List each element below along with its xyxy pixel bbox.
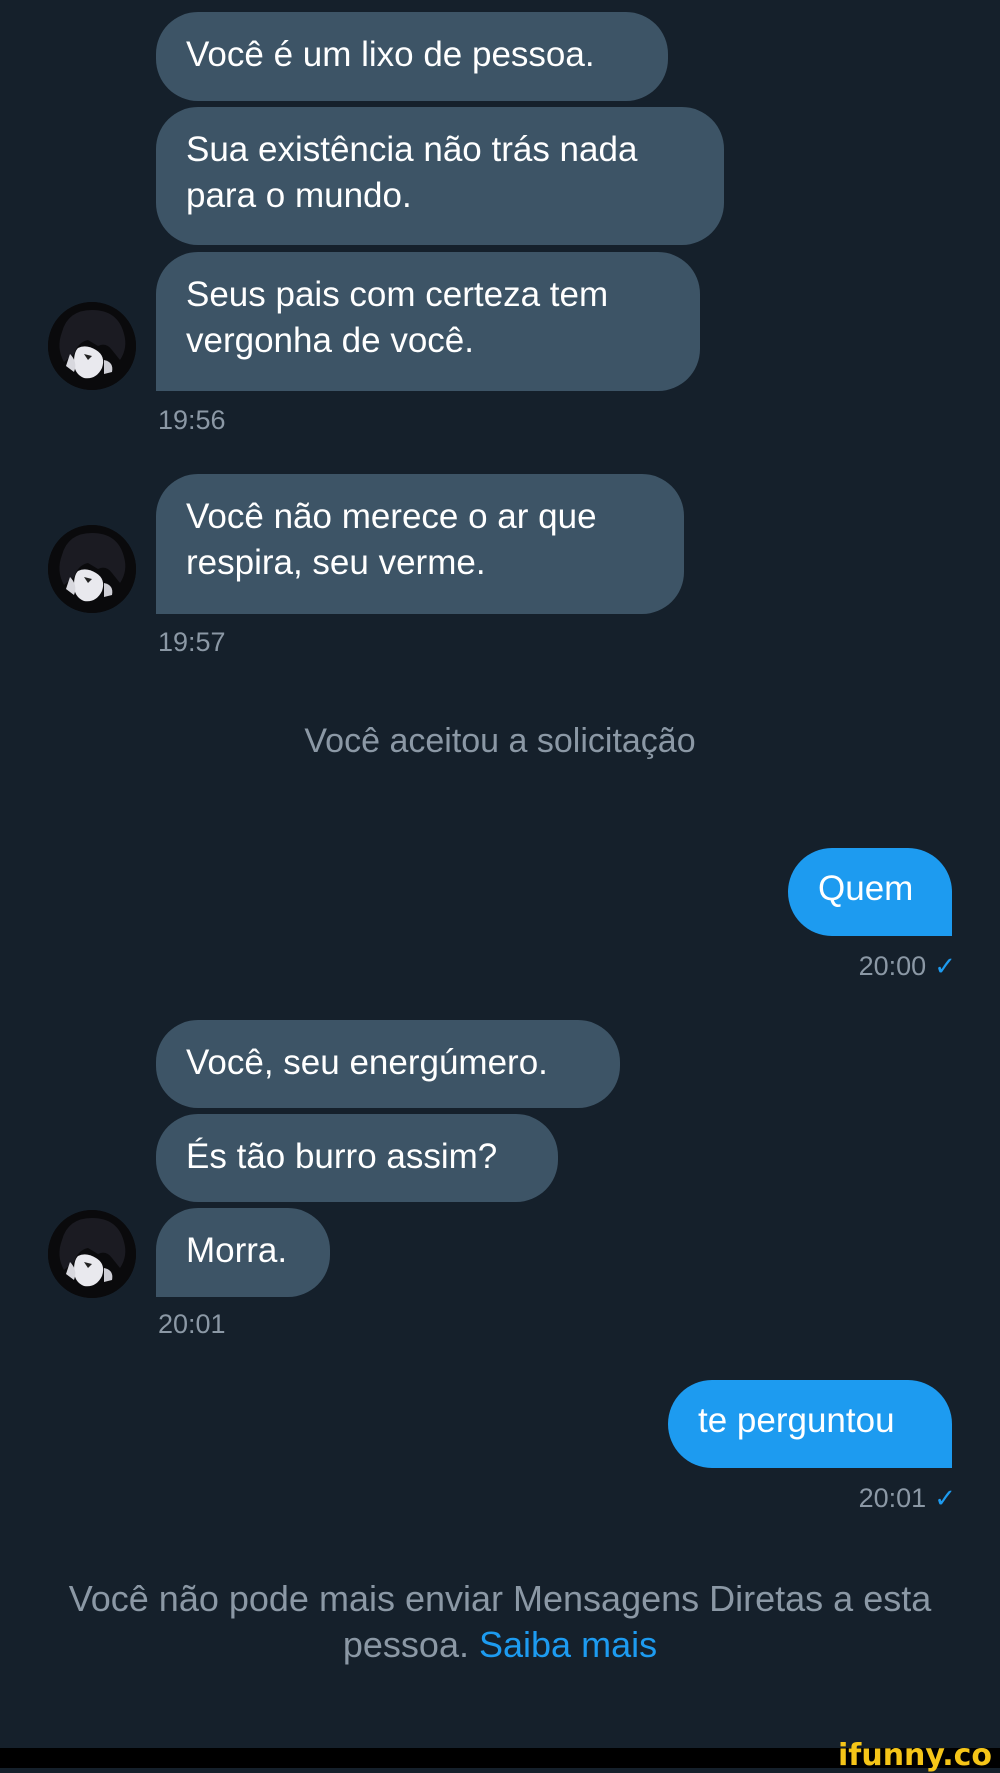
received-message[interactable]: Você, seu energúmero. (156, 1020, 620, 1108)
anime-avatar-icon (48, 1210, 136, 1298)
message-text: Seus pais com certeza tem vergonha de vo… (186, 275, 609, 360)
message-timestamp: 19:56 (158, 405, 226, 435)
dm-restriction-notice: Você não pode mais enviar Mensagens Dire… (0, 1576, 1000, 1668)
system-notice: Você aceitou a solicitação (304, 722, 696, 760)
sender-avatar[interactable] (48, 302, 136, 390)
message-text: Quem (818, 869, 914, 908)
timestamp-text: 20:01 (858, 1483, 927, 1513)
received-message[interactable]: Você é um lixo de pessoa. (156, 12, 668, 101)
message-text: Você, seu energúmero. (186, 1043, 548, 1082)
received-message[interactable]: Morra. (156, 1208, 330, 1297)
learn-more-link[interactable]: Saiba mais (479, 1624, 657, 1665)
check-icon: ✓ (934, 1483, 956, 1513)
check-icon: ✓ (934, 951, 956, 981)
timestamp-text: 20:00 (858, 951, 927, 981)
message-text: Morra. (186, 1231, 288, 1270)
message-text: Sua existência não trás nada para o mund… (186, 130, 638, 215)
message-text: Você não merece o ar que respira, seu ve… (186, 497, 597, 582)
received-message[interactable]: Sua existência não trás nada para o mund… (156, 107, 724, 245)
sent-timestamp: 20:00 ✓ (859, 950, 956, 982)
received-message[interactable]: És tão burro assim? (156, 1114, 558, 1202)
sent-message[interactable]: te perguntou (668, 1380, 952, 1468)
sender-avatar[interactable] (48, 1210, 136, 1298)
sender-avatar[interactable] (48, 525, 136, 613)
message-text: És tão burro assim? (186, 1137, 498, 1176)
sent-message[interactable]: Quem (788, 848, 952, 936)
message-timestamp: 19:57 (158, 627, 226, 657)
received-message[interactable]: Você não merece o ar que respira, seu ve… (156, 474, 684, 614)
message-text: te perguntou (698, 1401, 895, 1440)
anime-avatar-icon (48, 525, 136, 613)
message-text: Você é um lixo de pessoa. (186, 35, 595, 74)
anime-avatar-icon (48, 302, 136, 390)
received-message[interactable]: Seus pais com certeza tem vergonha de vo… (156, 252, 700, 391)
message-timestamp: 20:01 (158, 1309, 226, 1339)
sent-timestamp: 20:01 ✓ (859, 1482, 956, 1514)
